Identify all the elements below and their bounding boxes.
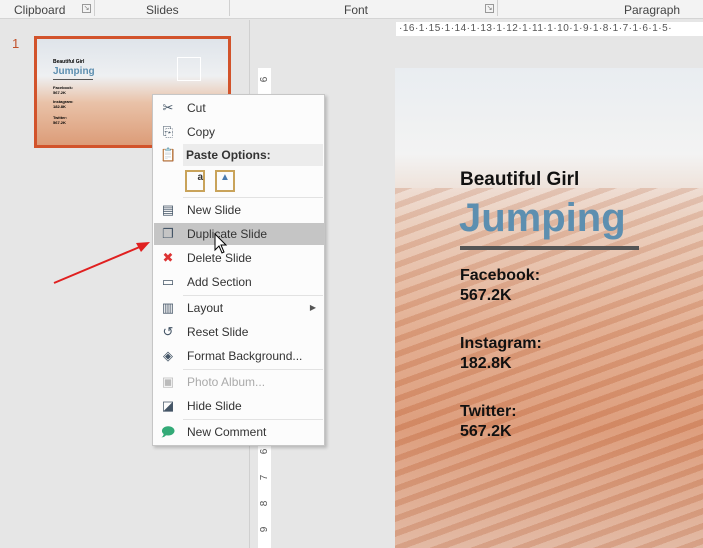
menu-item-cut[interactable]: ✂ Cut — [154, 97, 324, 119]
menu-item-add-section[interactable]: ▭ Add Section — [154, 271, 324, 293]
divider — [183, 369, 323, 370]
divider — [183, 419, 323, 420]
hide-slide-icon: ◪ — [161, 398, 175, 413]
reset-slide-icon: ↺ — [162, 324, 174, 339]
menu-item-copy[interactable]: ⎘ Copy — [154, 121, 324, 143]
paste-icon: 📋 — [160, 147, 177, 162]
menu-label: Reset Slide — [187, 325, 249, 339]
paste-keep-text-icon[interactable]: a — [185, 170, 205, 192]
context-menu: ✂ Cut ⎘ Copy 📋 Paste Options: a ▲ ▤ New Sli… — [152, 94, 325, 446]
format-background-icon: ◈ — [163, 348, 173, 363]
menu-label: New Slide — [187, 203, 242, 217]
menu-item-new-slide[interactable]: ▤ New Slide — [154, 199, 324, 221]
add-section-icon: ▭ — [161, 274, 175, 289]
mouse-cursor-icon — [214, 233, 228, 254]
menu-label: Cut — [187, 101, 206, 115]
menu-label: Add Section — [187, 275, 252, 289]
red-arrow-annotation — [53, 242, 150, 284]
delete-slide-icon: ✖ — [162, 250, 174, 265]
menu-label: Layout — [187, 301, 224, 315]
menu-item-delete-slide[interactable]: ✖ Delete Slide — [154, 247, 324, 269]
paste-options-header: Paste Options: — [183, 144, 323, 166]
menu-item-new-comment[interactable]: 🗩 New Comment — [154, 421, 324, 443]
menu-item-duplicate-slide[interactable]: ❐ Duplicate Slide — [154, 223, 324, 245]
scissors-icon: ✂ — [162, 100, 174, 115]
divider — [183, 197, 323, 198]
submenu-arrow-icon: ▶ — [309, 303, 316, 312]
new-slide-icon: ▤ — [161, 202, 175, 217]
menu-label: New Comment — [187, 425, 267, 439]
menu-label: Photo Album... — [187, 375, 266, 389]
photo-album-icon: ▣ — [161, 374, 175, 389]
menu-item-layout[interactable]: ▥ Layout ▶ — [154, 297, 324, 319]
menu-label: Copy — [187, 125, 216, 139]
menu-label: Paste Options: — [186, 148, 271, 162]
menu-item-reset-slide[interactable]: ↺ Reset Slide — [154, 321, 324, 343]
paste-picture-icon[interactable]: ▲ — [215, 170, 235, 192]
layout-icon: ▥ — [161, 300, 175, 315]
divider — [183, 295, 323, 296]
menu-item-format-background[interactable]: ◈ Format Background... — [154, 345, 324, 367]
menu-label: Format Background... — [187, 349, 303, 363]
new-comment-icon: 🗩 — [160, 424, 176, 439]
menu-item-photo-album: ▣ Photo Album... — [154, 371, 324, 393]
duplicate-slide-icon: ❐ — [162, 226, 174, 241]
menu-label: Hide Slide — [187, 399, 242, 413]
menu-item-hide-slide[interactable]: ◪ Hide Slide — [154, 395, 324, 417]
copy-icon: ⎘ — [162, 124, 174, 139]
